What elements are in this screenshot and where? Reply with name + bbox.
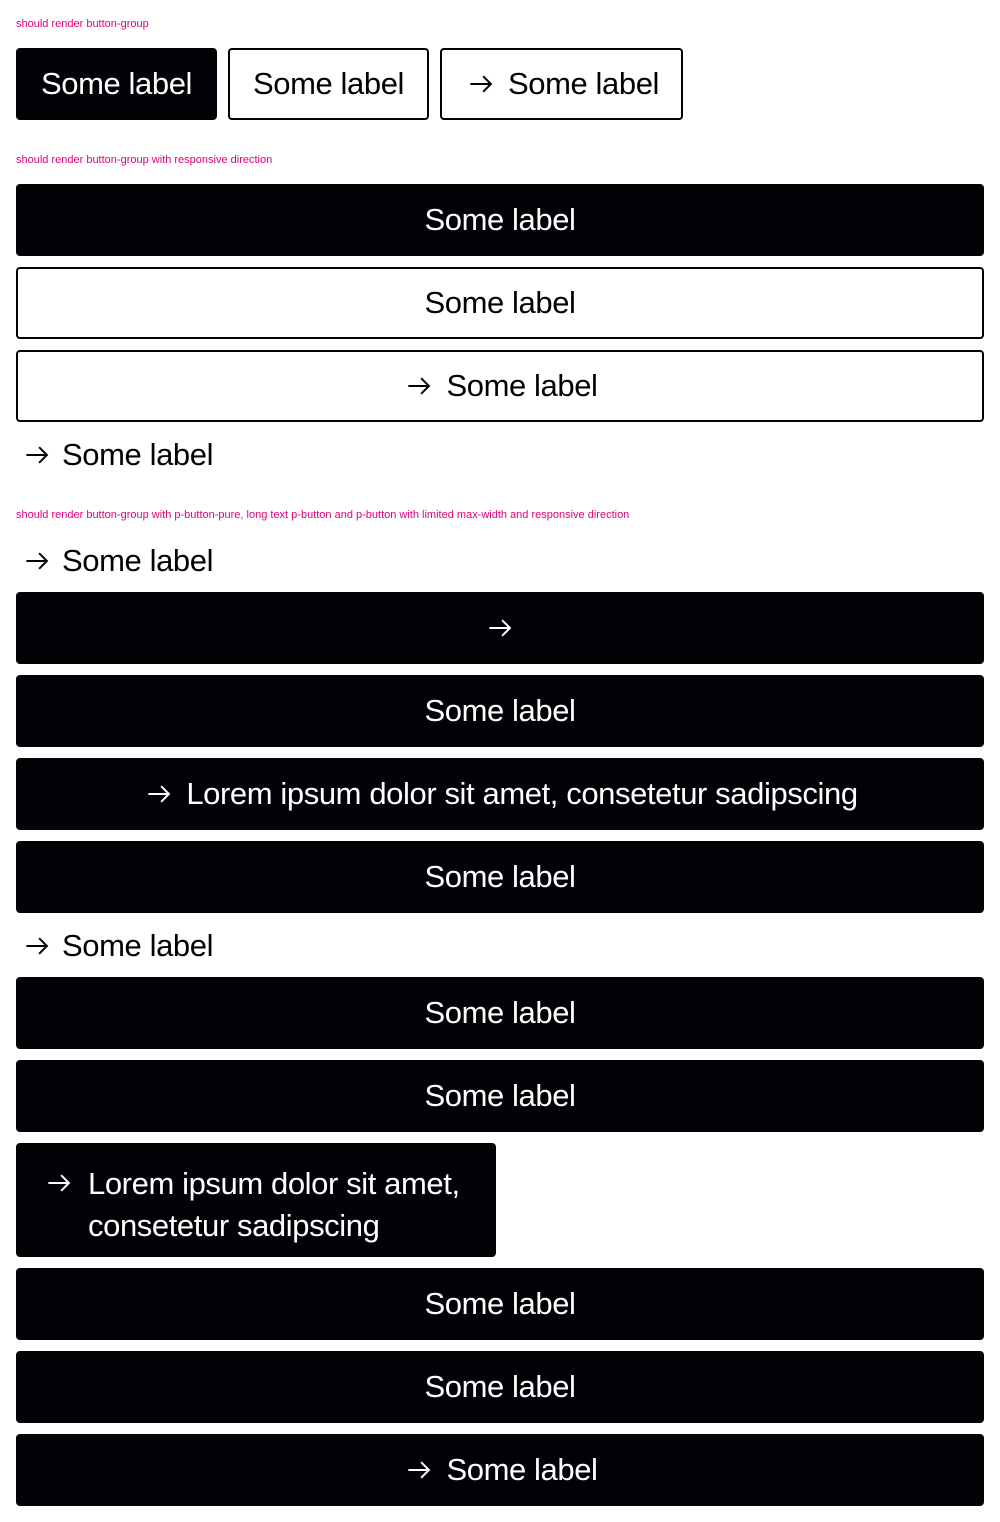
section-caption-responsive: should render button-group with responsi…: [16, 154, 273, 166]
primary-button[interactable]: Some label: [16, 184, 984, 256]
tertiary-button[interactable]: Some label: [440, 48, 683, 120]
button-label: Lorem ipsum dolor sit amet, consetetur s…: [186, 776, 858, 812]
button-label: Some label: [507, 66, 660, 102]
arrow-right-icon: [483, 611, 517, 645]
arrow-right-icon: [402, 369, 436, 403]
arrow-right-icon: [20, 544, 54, 578]
arrow-right-icon: [20, 438, 54, 472]
button-label: Some label: [252, 66, 405, 102]
arrow-right-icon: [464, 67, 498, 101]
long-text-button[interactable]: Lorem ipsum dolor sit amet, consetetur s…: [16, 758, 984, 830]
section-caption-mixed: should render button-group with p-button…: [16, 509, 630, 521]
button-label: Some label: [424, 1286, 576, 1322]
tertiary-button[interactable]: Some label: [16, 350, 984, 422]
secondary-button[interactable]: Some label: [16, 267, 984, 339]
primary-button[interactable]: Some label: [16, 1351, 984, 1423]
icon-only-button[interactable]: [16, 592, 984, 664]
button-label: Some label: [62, 543, 214, 579]
button-label: Some label: [40, 66, 193, 102]
button-label: Some label: [446, 1452, 598, 1488]
primary-button[interactable]: Some label: [16, 841, 984, 913]
pure-button[interactable]: Some label: [20, 435, 213, 475]
button-label: Some label: [424, 1369, 576, 1405]
pure-button[interactable]: Some label: [20, 926, 213, 966]
section-caption-button-group: should render button-group: [16, 18, 149, 30]
button-label: Some label: [424, 995, 576, 1031]
limited-width-button[interactable]: Lorem ipsum dolor sit amet, consetetur s…: [16, 1143, 496, 1257]
primary-button[interactable]: Some label: [16, 675, 984, 747]
button-label: Some label: [424, 693, 576, 729]
primary-button[interactable]: Some label: [16, 48, 217, 120]
pure-button[interactable]: Some label: [20, 541, 213, 581]
primary-button[interactable]: Some label: [16, 1060, 984, 1132]
button-label: Some label: [446, 368, 598, 404]
button-label: Some label: [424, 202, 576, 238]
button-label: Some label: [424, 285, 576, 321]
button-label: Lorem ipsum dolor sit amet, consetetur s…: [88, 1166, 460, 1243]
primary-button[interactable]: Some label: [16, 1268, 984, 1340]
arrow-right-icon: [402, 1453, 436, 1487]
arrow-right-icon: [20, 929, 54, 963]
arrow-right-icon: [42, 1166, 76, 1200]
primary-icon-button[interactable]: Some label: [16, 1434, 984, 1506]
secondary-button[interactable]: Some label: [228, 48, 429, 120]
button-label: Some label: [62, 928, 214, 964]
arrow-right-icon: [142, 777, 176, 811]
button-label: Some label: [424, 859, 576, 895]
button-label: Some label: [62, 437, 214, 473]
primary-button[interactable]: Some label: [16, 977, 984, 1049]
button-label: Some label: [424, 1078, 576, 1114]
